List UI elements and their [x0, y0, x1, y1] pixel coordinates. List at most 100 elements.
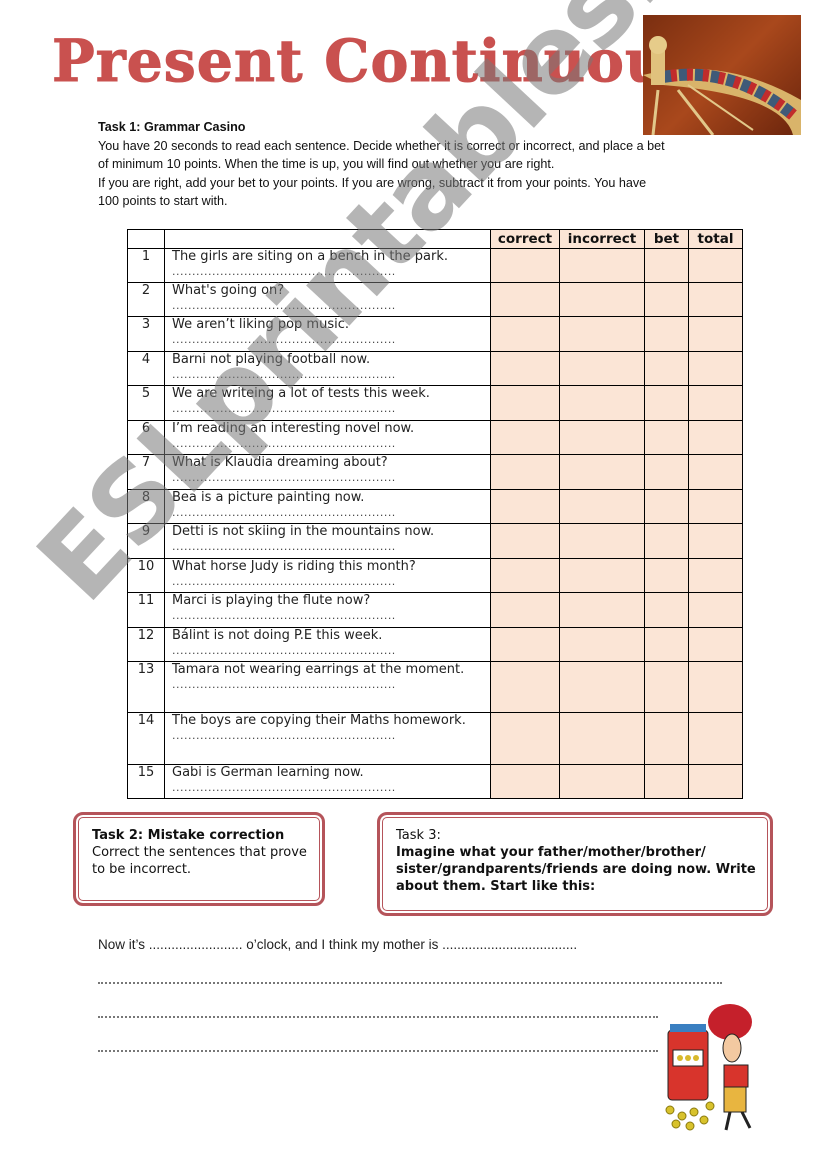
cell-incorrect[interactable]: [559, 764, 645, 799]
answer-dots[interactable]: ........................................…: [172, 471, 490, 485]
cell-total[interactable]: [688, 558, 743, 593]
cell-incorrect[interactable]: [559, 523, 645, 559]
cell-correct[interactable]: [490, 592, 560, 628]
cell-incorrect[interactable]: [559, 489, 645, 524]
cell-bet[interactable]: [644, 661, 689, 713]
answer-dots[interactable]: ........................................…: [172, 540, 490, 554]
task1-instruction: You have 20 seconds to read each sentenc…: [98, 138, 665, 153]
table-row: 6 I’m reading an interesting novel now...…: [127, 420, 743, 455]
cell-correct[interactable]: [490, 764, 560, 799]
cell-incorrect[interactable]: [559, 248, 645, 283]
cell-correct[interactable]: [490, 558, 560, 593]
answer-dots[interactable]: ........................................…: [172, 299, 490, 313]
answer-dots[interactable]: ........................................…: [172, 333, 490, 347]
cell-incorrect[interactable]: [559, 592, 645, 628]
cell-incorrect[interactable]: [559, 316, 645, 352]
cell-incorrect[interactable]: [559, 420, 645, 455]
table-row: 8 Bea is a picture painting now..........…: [127, 489, 743, 524]
writing-starter[interactable]: Now it’s ......................... o’clo…: [98, 937, 718, 952]
table-row: 7 What is Klaudia dreaming about?........…: [127, 454, 743, 490]
task3-body: Imagine what your father/mother/brother/…: [396, 845, 756, 894]
cell-total[interactable]: [688, 385, 743, 421]
cell-incorrect[interactable]: [559, 454, 645, 490]
task3-heading: Task 3:: [396, 828, 441, 843]
cell-bet[interactable]: [644, 420, 689, 455]
cell-bet[interactable]: [644, 282, 689, 317]
answer-dots[interactable]: ........................................…: [172, 609, 490, 623]
cell-total[interactable]: [688, 523, 743, 559]
cell-total[interactable]: [688, 351, 743, 386]
cell-total[interactable]: [688, 420, 743, 455]
row-sentence: Bea is a picture painting now...........…: [164, 489, 491, 524]
cell-bet[interactable]: [644, 351, 689, 386]
cell-total[interactable]: [688, 248, 743, 283]
cell-correct[interactable]: [490, 248, 560, 283]
cell-correct[interactable]: [490, 420, 560, 455]
row-number: 13: [127, 661, 165, 713]
cell-incorrect[interactable]: [559, 351, 645, 386]
cell-total[interactable]: [688, 316, 743, 352]
cell-bet[interactable]: [644, 627, 689, 662]
cell-incorrect[interactable]: [559, 282, 645, 317]
sentence-text: Marci is playing the flute now?: [172, 593, 371, 608]
cell-incorrect[interactable]: [559, 627, 645, 662]
answer-dots[interactable]: ........................................…: [172, 729, 490, 743]
cell-total[interactable]: [688, 454, 743, 490]
header-total: total: [688, 229, 743, 249]
row-sentence: I’m reading an interesting novel now....…: [164, 420, 491, 455]
header-correct: correct: [490, 229, 560, 249]
cell-bet[interactable]: [644, 523, 689, 559]
cell-incorrect[interactable]: [559, 558, 645, 593]
cell-bet[interactable]: [644, 385, 689, 421]
task2-body: Correct the sentences that prove to be i…: [92, 845, 307, 877]
cell-correct[interactable]: [490, 385, 560, 421]
row-number: 6: [127, 420, 165, 455]
cell-bet[interactable]: [644, 316, 689, 352]
cell-correct[interactable]: [490, 316, 560, 352]
cell-bet[interactable]: [644, 558, 689, 593]
cell-bet[interactable]: [644, 248, 689, 283]
task1-instruction: If you are right, add your bet to your p…: [98, 175, 647, 190]
answer-dots[interactable]: ........................................…: [172, 368, 490, 382]
writing-line[interactable]: [98, 1014, 658, 1018]
cell-total[interactable]: [688, 592, 743, 628]
writing-line[interactable]: [98, 1048, 658, 1052]
row-number: 3: [127, 316, 165, 352]
answer-dots[interactable]: ........................................…: [172, 402, 490, 416]
row-sentence: We aren’t liking pop music..............…: [164, 316, 491, 352]
cell-total[interactable]: [688, 764, 743, 799]
cell-total[interactable]: [688, 627, 743, 662]
cell-bet[interactable]: [644, 592, 689, 628]
cell-incorrect[interactable]: [559, 385, 645, 421]
sentence-text: The girls are siting on a bench in the p…: [172, 249, 449, 264]
answer-dots[interactable]: ........................................…: [172, 575, 490, 589]
cell-total[interactable]: [688, 282, 743, 317]
cell-incorrect[interactable]: [559, 661, 645, 713]
cell-correct[interactable]: [490, 627, 560, 662]
answer-dots[interactable]: ........................................…: [172, 644, 490, 658]
answer-dots[interactable]: ........................................…: [172, 781, 490, 795]
cell-correct[interactable]: [490, 351, 560, 386]
cell-bet[interactable]: [644, 764, 689, 799]
writing-line[interactable]: [98, 980, 722, 984]
table-row: 14 The boys are copying their Maths homew…: [127, 712, 743, 765]
cell-incorrect[interactable]: [559, 712, 645, 765]
cell-correct[interactable]: [490, 712, 560, 765]
cell-correct[interactable]: [490, 489, 560, 524]
cell-correct[interactable]: [490, 661, 560, 713]
cell-bet[interactable]: [644, 712, 689, 765]
cell-bet[interactable]: [644, 454, 689, 490]
cell-total[interactable]: [688, 489, 743, 524]
table-row: 9 Detti is not skiing in the mountains no…: [127, 523, 743, 559]
answer-dots[interactable]: ........................................…: [172, 678, 490, 692]
answer-dots[interactable]: ........................................…: [172, 437, 490, 451]
cell-total[interactable]: [688, 712, 743, 765]
answer-dots[interactable]: ........................................…: [172, 506, 490, 520]
cell-total[interactable]: [688, 661, 743, 713]
row-number: 14: [127, 712, 165, 765]
answer-dots[interactable]: ........................................…: [172, 265, 490, 279]
cell-correct[interactable]: [490, 282, 560, 317]
cell-correct[interactable]: [490, 454, 560, 490]
cell-bet[interactable]: [644, 489, 689, 524]
cell-correct[interactable]: [490, 523, 560, 559]
